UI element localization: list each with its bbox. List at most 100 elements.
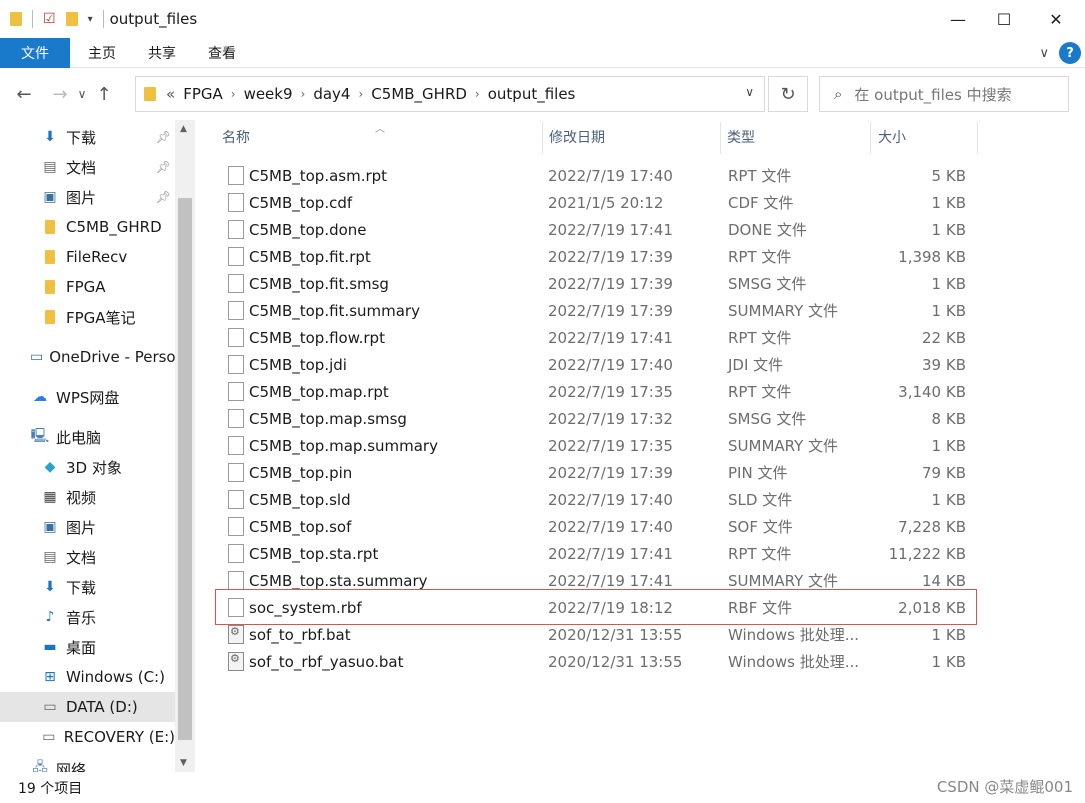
scroll-down-icon[interactable]: ▼ bbox=[180, 758, 187, 768]
nav-item-this-pc[interactable]: 🖳︎ 此电脑 bbox=[0, 422, 175, 452]
file-type: RPT 文件 bbox=[728, 167, 792, 185]
properties-icon[interactable]: ☑ bbox=[43, 11, 56, 27]
nav-item-wps-cloud[interactable]: ☁ WPS网盘 bbox=[0, 382, 175, 412]
overflow-crumb[interactable]: « bbox=[166, 85, 175, 103]
file-size: 1 KB bbox=[931, 301, 966, 320]
file-date: 2022/7/19 17:40 bbox=[548, 166, 673, 185]
column-header-type[interactable]: 类型 bbox=[727, 120, 867, 154]
nav-pane-scrollbar[interactable]: ▲ ▼ bbox=[175, 120, 195, 772]
folder-icon bbox=[144, 87, 156, 101]
file-row[interactable]: C5MB_top.asm.rpt 2022/7/19 17:40 RPT 文件 5 K… bbox=[220, 162, 980, 189]
download-icon: ⬇ bbox=[44, 129, 56, 145]
nav-item-drive-d[interactable]: ▭ DATA (D:) bbox=[0, 692, 175, 722]
nav-label: 图片 bbox=[66, 518, 97, 537]
close-button[interactable]: ✕ bbox=[1027, 0, 1085, 38]
nav-item-pictures-pc[interactable]: ▣ 图片 bbox=[0, 512, 175, 542]
column-divider[interactable] bbox=[870, 122, 871, 154]
file-name: C5MB_top.sta.rpt bbox=[249, 544, 379, 563]
nav-item-onedrive[interactable]: ▭ OneDrive - Perso bbox=[0, 342, 175, 372]
file-row[interactable]: C5MB_top.sta.rpt 2022/7/19 17:41 RPT 文件 11,… bbox=[220, 540, 980, 567]
file-row[interactable]: C5MB_top.sof 2022/7/19 17:40 SOF 文件 7,228 K… bbox=[220, 513, 980, 540]
nav-item-music[interactable]: ♪ 音乐 bbox=[0, 602, 175, 632]
breadcrumb-fpga[interactable]: FPGA bbox=[183, 85, 223, 103]
breadcrumb-week9[interactable]: week9 bbox=[244, 85, 293, 103]
chevron-right-icon[interactable]: › bbox=[475, 87, 480, 101]
chevron-right-icon[interactable]: › bbox=[231, 87, 236, 101]
address-dropdown-icon[interactable]: ∨ bbox=[745, 85, 754, 99]
nav-item-3d-objects[interactable]: ◆ 3D 对象 bbox=[0, 452, 175, 482]
file-row[interactable]: C5MB_top.flow.rpt 2022/7/19 17:41 RPT 文件 22… bbox=[220, 324, 980, 351]
file-row[interactable]: sof_to_rbf.bat 2020/12/31 13:55 Windows 批处… bbox=[220, 621, 980, 648]
nav-item-drive-c[interactable]: ⊞ Windows (C:) bbox=[0, 662, 175, 692]
file-type: SUMMARY 文件 bbox=[728, 437, 839, 455]
nav-item-documents-pc[interactable]: ▤ 文档 bbox=[0, 542, 175, 572]
nav-item-videos[interactable]: ▦ 视频 bbox=[0, 482, 175, 512]
file-row[interactable]: C5MB_top.sld 2022/7/19 17:40 SLD 文件 1 KB bbox=[220, 486, 980, 513]
maximize-button[interactable]: ☐ bbox=[981, 0, 1027, 38]
tab-file[interactable]: 文件 bbox=[0, 37, 70, 68]
pin-icon[interactable]: 📌︎ bbox=[156, 160, 171, 174]
file-row[interactable]: C5MB_top.map.summary 2022/7/19 17:35 SUMMA… bbox=[220, 432, 980, 459]
nav-item-fpga[interactable]: FPGA bbox=[0, 272, 175, 302]
chevron-right-icon[interactable]: › bbox=[301, 87, 306, 101]
nav-item-pictures[interactable]: ▣ 图片 📌︎ bbox=[0, 182, 175, 212]
tab-home[interactable]: 主页 bbox=[72, 38, 132, 68]
file-row[interactable]: sof_to_rbf_yasuo.bat 2020/12/31 13:55 Wind… bbox=[220, 648, 980, 675]
search-placeholder[interactable]: 在 output_files 中搜索 bbox=[854, 84, 1011, 105]
file-row[interactable]: C5MB_top.fit.summary 2022/7/19 17:39 SUMMA… bbox=[220, 297, 980, 324]
recent-locations-button[interactable]: ∨ bbox=[74, 87, 90, 101]
column-header-date[interactable]: 修改日期 bbox=[549, 120, 719, 154]
breadcrumb-c5mb-ghrd[interactable]: C5MB_GHRD bbox=[371, 85, 467, 103]
customize-toolbar-icon[interactable]: ▾ bbox=[88, 14, 93, 25]
file-name: C5MB_top.pin bbox=[249, 463, 353, 482]
back-button[interactable]: ← bbox=[10, 84, 38, 105]
file-row[interactable]: C5MB_top.cdf 2021/1/5 20:12 CDF 文件 1 KB bbox=[220, 189, 980, 216]
file-row[interactable]: C5MB_top.pin 2022/7/19 17:39 PIN 文件 79 KB bbox=[220, 459, 980, 486]
file-name: C5MB_top.fit.smsg bbox=[249, 274, 389, 293]
file-name: C5MB_top.sta.summary bbox=[249, 571, 428, 590]
column-divider[interactable] bbox=[977, 122, 978, 154]
folder-icon bbox=[10, 12, 22, 26]
column-header-name[interactable]: 名称 bbox=[222, 120, 542, 154]
breadcrumb-output-files[interactable]: output_files bbox=[488, 85, 576, 103]
nav-item-drive-e[interactable]: ▭ RECOVERY (E:) bbox=[0, 722, 175, 752]
search-box[interactable]: ⌕ 在 output_files 中搜索 bbox=[819, 76, 1069, 112]
scroll-up-icon[interactable]: ▲ bbox=[180, 124, 187, 134]
minimize-button[interactable]: — bbox=[935, 0, 981, 38]
chevron-right-icon[interactable]: › bbox=[358, 87, 363, 101]
file-row[interactable]: C5MB_top.map.smsg 2022/7/19 17:32 SMSG 文件 8… bbox=[220, 405, 980, 432]
new-folder-icon[interactable] bbox=[65, 12, 78, 26]
refresh-button[interactable]: ↻ bbox=[768, 76, 808, 112]
tab-share[interactable]: 共享 bbox=[132, 38, 192, 68]
document-icon: ▤ bbox=[43, 159, 57, 175]
file-row[interactable]: C5MB_top.fit.rpt 2022/7/19 17:39 RPT 文件 1,3… bbox=[220, 243, 980, 270]
forward-button[interactable]: → bbox=[46, 84, 74, 105]
scrollbar-thumb[interactable] bbox=[178, 198, 192, 740]
tab-view[interactable]: 查看 bbox=[192, 38, 252, 68]
nav-item-desktop[interactable]: ▬ 桌面 bbox=[0, 632, 175, 662]
pin-icon[interactable]: 📌︎ bbox=[156, 130, 171, 144]
address-bar[interactable]: « FPGA › week9 › day4 › C5MB_GHRD › outp… bbox=[135, 76, 765, 112]
breadcrumb-day4[interactable]: day4 bbox=[313, 85, 350, 103]
nav-item-network[interactable]: 🖧︎ 网络 bbox=[0, 754, 175, 772]
nav-item-fpga-notes[interactable]: FPGA笔记 bbox=[0, 302, 175, 332]
column-divider[interactable] bbox=[542, 122, 543, 154]
file-row[interactable]: C5MB_top.fit.smsg 2022/7/19 17:39 SMSG 文件 1… bbox=[220, 270, 980, 297]
pin-icon[interactable]: 📌︎ bbox=[156, 190, 171, 204]
nav-item-filerecv[interactable]: FileRecv bbox=[0, 242, 175, 272]
nav-label: 此电脑 bbox=[56, 428, 102, 447]
file-name: C5MB_top.sof bbox=[249, 517, 352, 536]
file-icon bbox=[228, 517, 244, 536]
nav-item-c5mb-ghrd[interactable]: C5MB_GHRD bbox=[0, 212, 175, 242]
column-header-size[interactable]: 大小 bbox=[878, 120, 978, 154]
nav-item-downloads-pc[interactable]: ⬇ 下载 bbox=[0, 572, 175, 602]
help-icon[interactable]: ? bbox=[1059, 42, 1081, 64]
file-row[interactable]: C5MB_top.map.rpt 2022/7/19 17:35 RPT 文件 3,1… bbox=[220, 378, 980, 405]
column-divider[interactable] bbox=[720, 122, 721, 154]
nav-item-downloads[interactable]: ⬇ 下载 📌︎ bbox=[0, 122, 175, 152]
file-row[interactable]: C5MB_top.done 2022/7/19 17:41 DONE 文件 1 KB bbox=[220, 216, 980, 243]
expand-ribbon-icon[interactable]: ∨ bbox=[1039, 46, 1049, 61]
file-row[interactable]: C5MB_top.jdi 2022/7/19 17:40 JDI 文件 39 KB bbox=[220, 351, 980, 378]
up-button[interactable]: ↑ bbox=[90, 84, 118, 105]
nav-item-documents[interactable]: ▤ 文档 📌︎ bbox=[0, 152, 175, 182]
